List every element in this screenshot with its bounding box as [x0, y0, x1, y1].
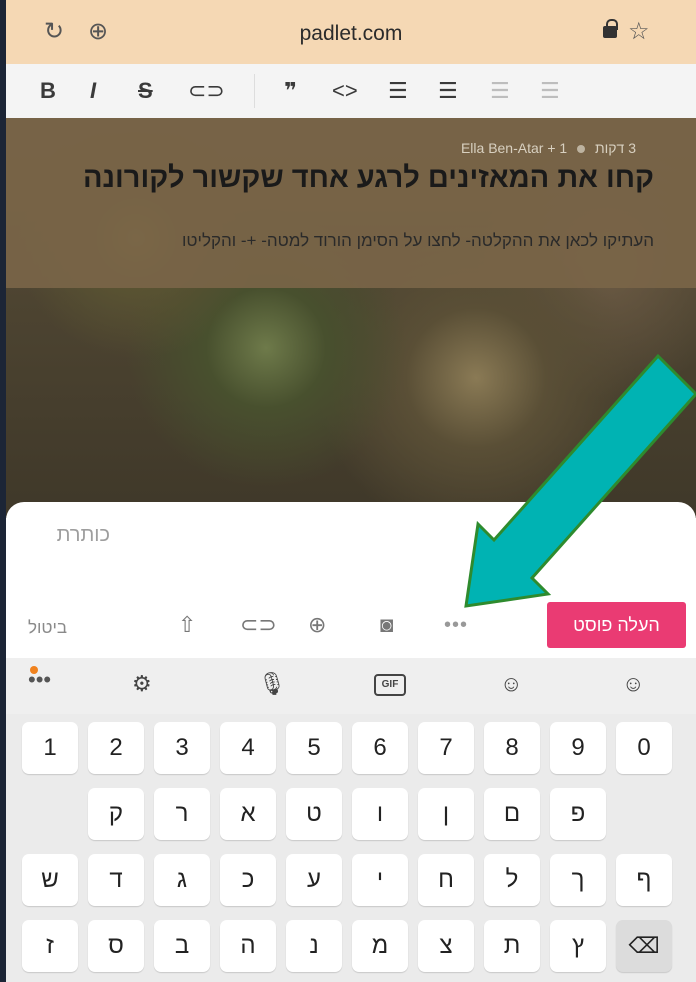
backspace-key[interactable]: ⌫ — [616, 920, 672, 972]
indent-icon[interactable]: ☰ — [540, 78, 560, 104]
keyboard-suggestion-bar — [6, 658, 696, 714]
key-nun[interactable]: נ — [286, 920, 342, 972]
formatting-toolbar: B I S ⊂⊃ ❞ <> ☰ ☰ ☰ ☰ — [6, 64, 696, 118]
emoji-icon[interactable]: ☺ — [622, 672, 644, 696]
gif-icon[interactable]: GIF — [374, 674, 406, 696]
notification-dot-icon — [30, 666, 38, 674]
post-count: 1 — [559, 140, 568, 156]
key-zayin[interactable]: ז — [22, 920, 78, 972]
more-options-icon[interactable]: ••• — [444, 614, 468, 637]
key-alef[interactable]: א — [220, 788, 276, 840]
post-time: 3 דקות — [594, 140, 636, 156]
key-kuf[interactable]: ק — [88, 788, 144, 840]
key-9[interactable]: 9 — [550, 722, 606, 774]
key-mem[interactable]: מ — [352, 920, 408, 972]
key-final-tsadi[interactable]: ץ — [550, 920, 606, 972]
key-dalet[interactable]: ד — [88, 854, 144, 906]
key-yod[interactable]: י — [352, 854, 408, 906]
key-bet[interactable]: ב — [154, 920, 210, 972]
key-final-kaf[interactable]: ך — [550, 854, 606, 906]
key-lamed[interactable]: ל — [484, 854, 540, 906]
meta-dot-icon — [577, 145, 586, 154]
publish-post-button[interactable]: העלה פוסט — [547, 602, 686, 648]
key-4[interactable]: 4 — [220, 722, 276, 774]
post-title: קחו את המאזינים לרגע אחד שקשור לקורונה — [82, 162, 654, 194]
key-tet[interactable]: ט — [286, 788, 342, 840]
key-pe[interactable]: פ — [550, 788, 606, 840]
post-meta: 3 דקות 1 + Ella Ben-Atar — [461, 140, 636, 156]
url-text[interactable]: padlet.com — [6, 22, 696, 46]
key-resh[interactable]: ר — [154, 788, 210, 840]
numbered-list-icon[interactable]: ☰ — [438, 78, 458, 104]
key-final-mem[interactable]: ם — [484, 788, 540, 840]
key-he[interactable]: ה — [220, 920, 276, 972]
key-6[interactable]: 6 — [352, 722, 408, 774]
sticker-icon[interactable]: ☺ — [500, 672, 522, 696]
key-final-nun[interactable]: ן — [418, 788, 474, 840]
lock-icon — [603, 19, 618, 38]
upload-icon[interactable]: ⇧ — [178, 612, 196, 638]
browser-url-bar: ↻ ⊕ padlet.com ☆ — [6, 0, 696, 64]
bullet-list-icon[interactable]: ☰ — [388, 78, 408, 104]
italic-icon[interactable]: I — [90, 78, 96, 104]
key-5[interactable]: 5 — [286, 722, 342, 774]
attach-link-icon[interactable]: ⊂⊃ — [240, 612, 277, 638]
post-author[interactable]: + Ella Ben-Atar — [461, 140, 556, 156]
settings-gear-icon[interactable]: ⚙ — [132, 672, 152, 696]
strikethrough-icon[interactable]: S — [138, 78, 153, 104]
post-subtitle: העתיקו לכאן את ההקלטה- לחצו על הסימן הור… — [182, 231, 654, 250]
key-shin[interactable]: ש — [22, 854, 78, 906]
key-tsadi[interactable]: צ — [418, 920, 474, 972]
key-2[interactable]: 2 — [88, 722, 144, 774]
toolbar-divider — [254, 74, 255, 108]
camera-icon[interactable]: ◙ — [380, 612, 393, 638]
bold-icon[interactable]: B — [40, 78, 56, 104]
bookmark-star-icon[interactable]: ☆ — [628, 20, 650, 44]
key-ayin[interactable]: ע — [286, 854, 342, 906]
cancel-button[interactable]: ביטול — [28, 618, 67, 638]
outdent-icon[interactable]: ☰ — [490, 78, 510, 104]
title-input[interactable]: כותרת — [57, 524, 110, 547]
code-icon[interactable]: <> — [332, 78, 358, 104]
key-het[interactable]: ח — [418, 854, 474, 906]
key-final-pe[interactable]: ף — [616, 854, 672, 906]
key-tav[interactable]: ת — [484, 920, 540, 972]
quote-icon[interactable]: ❞ — [284, 78, 297, 104]
key-samekh[interactable]: ס — [88, 920, 144, 972]
post-hero-image: 3 דקות 1 + Ella Ben-Atar קחו את המאזינים… — [6, 118, 696, 518]
key-8[interactable]: 8 — [484, 722, 540, 774]
link-icon[interactable]: ⊂⊃ — [188, 78, 225, 104]
key-kaf[interactable]: כ — [220, 854, 276, 906]
key-gimel[interactable]: ג — [154, 854, 210, 906]
key-vav[interactable]: ו — [352, 788, 408, 840]
key-0[interactable]: 0 — [616, 722, 672, 774]
key-3[interactable]: 3 — [154, 722, 210, 774]
web-search-icon[interactable]: ⊕ — [308, 612, 326, 638]
key-1[interactable]: 1 — [22, 722, 78, 774]
key-7[interactable]: 7 — [418, 722, 474, 774]
microphone-icon[interactable]: 🎙 — [258, 672, 286, 696]
